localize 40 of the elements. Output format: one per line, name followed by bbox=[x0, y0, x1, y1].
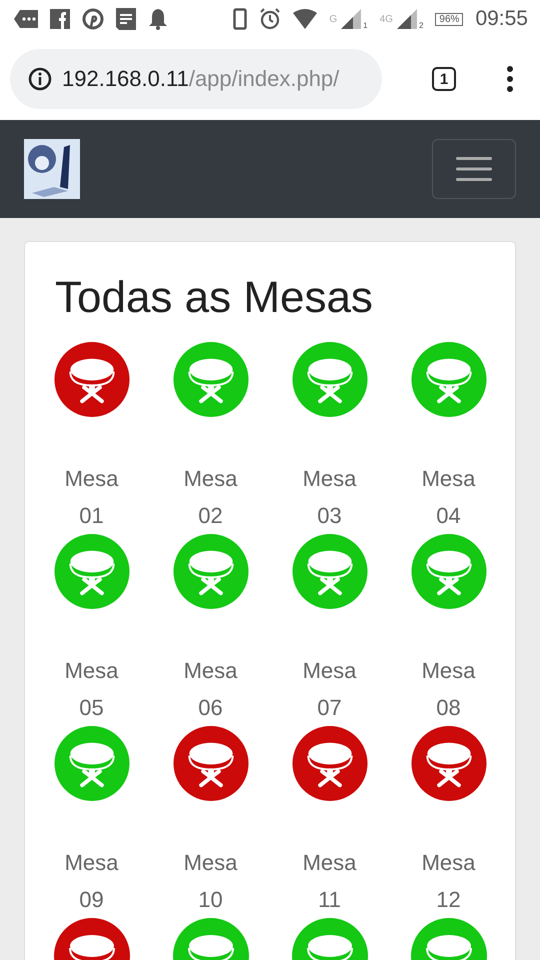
table-label[interactable]: Mesa 10 bbox=[178, 844, 244, 918]
table-label[interactable]: Mesa 03 bbox=[296, 460, 362, 534]
facebook-icon bbox=[50, 9, 70, 29]
tab-count-button[interactable]: 1 bbox=[432, 67, 456, 91]
bell-icon bbox=[148, 8, 168, 30]
wifi-icon bbox=[293, 9, 318, 29]
menu-icon bbox=[456, 156, 492, 182]
table-label[interactable]: Mesa 07 bbox=[296, 652, 362, 726]
menu-button[interactable] bbox=[432, 139, 516, 199]
battery-level: 96% bbox=[435, 12, 464, 26]
news-icon bbox=[116, 8, 136, 30]
table-label[interactable]: Mesa 01 bbox=[58, 460, 124, 534]
table-label[interactable]: Mesa 11 bbox=[296, 844, 362, 918]
table-label[interactable]: Mesa 02 bbox=[178, 460, 244, 534]
table-icon[interactable] bbox=[292, 726, 368, 801]
info-icon bbox=[28, 67, 52, 91]
message-icon bbox=[14, 10, 38, 28]
alarm-icon bbox=[259, 8, 282, 30]
clock-time: 09:55 bbox=[475, 7, 528, 31]
signal-icon bbox=[396, 9, 419, 29]
table-label[interactable]: Mesa 09 bbox=[58, 844, 124, 918]
table-label[interactable]: Mesa 08 bbox=[416, 652, 482, 726]
page-title: Todas as Mesas bbox=[55, 272, 374, 324]
pinterest-icon bbox=[82, 8, 104, 30]
more-icon[interactable] bbox=[506, 66, 514, 92]
table-label[interactable]: Mesa 04 bbox=[416, 460, 482, 534]
logo-icon[interactable] bbox=[24, 139, 80, 199]
table-label[interactable]: Mesa 06 bbox=[178, 652, 244, 726]
network-type: 4G bbox=[380, 14, 393, 24]
network-type: G bbox=[329, 14, 338, 24]
table-label[interactable]: Mesa 12 bbox=[416, 844, 482, 918]
table-icon[interactable] bbox=[172, 726, 248, 801]
table-label[interactable]: Mesa 05 bbox=[58, 652, 124, 726]
sim-number: 1 bbox=[363, 21, 368, 30]
url-field[interactable]: 192.168.0.11/app/index.php/ bbox=[10, 49, 382, 109]
table-icon[interactable] bbox=[410, 726, 486, 801]
sim-number: 2 bbox=[418, 21, 424, 30]
table-icon[interactable] bbox=[54, 342, 130, 417]
phone-icon bbox=[233, 8, 248, 30]
signal-icon bbox=[341, 9, 364, 29]
